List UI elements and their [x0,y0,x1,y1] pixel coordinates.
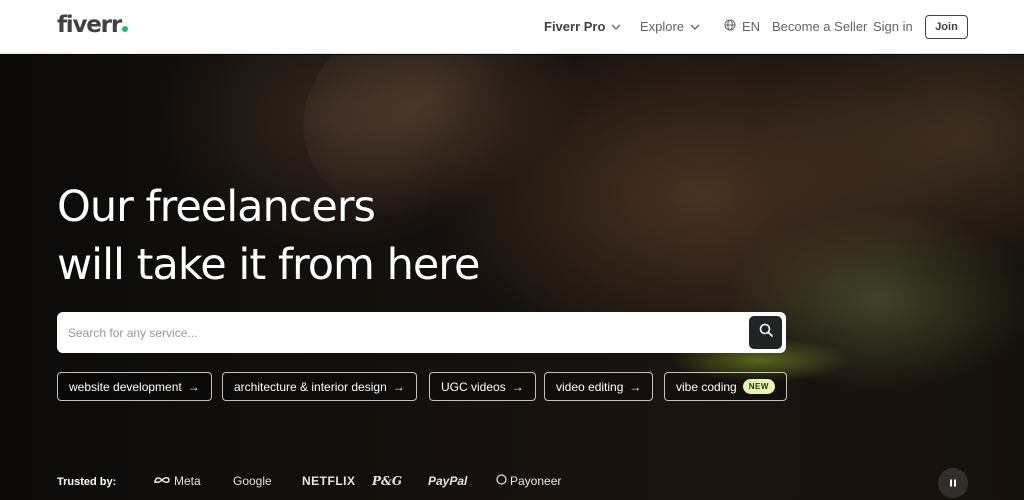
chip-vibe-coding[interactable]: vibe coding NEW [664,372,787,401]
brand-name: Meta [174,474,201,488]
join-button[interactable]: Join [925,15,968,39]
hero-title-line-2: will take it from here [57,240,480,290]
payoneer-circle-icon [496,474,507,488]
nav-explore-label: Explore [640,19,685,34]
nav-sign-in-label: Sign in [873,19,913,34]
join-button-label: Join [935,21,958,33]
nav-language-label: EN [742,19,761,34]
top-navigation-bar: fiverr Fiverr Pro Explore EN Become a Se… [0,0,1024,54]
arrow-right-icon: → [629,379,642,394]
chevron-down-icon [690,24,700,30]
meta-infinity-icon [153,474,171,488]
nav-language[interactable]: EN [724,19,760,34]
search-bar [57,312,786,353]
search-input[interactable] [57,312,747,353]
logo-text: fiverr [57,12,122,38]
brand-paypal-logo: PayPal [428,474,467,488]
brand-google-logo: Google [233,474,272,488]
search-icon [759,323,773,342]
nav-fiverr-pro[interactable]: Fiverr Pro [544,19,621,34]
chip-video-editing[interactable]: video editing → [544,372,654,401]
chip-ugc-videos[interactable]: UGC videos → [429,372,536,401]
trusted-by-label: Trusted by: [57,476,117,488]
nav-sign-in[interactable]: Sign in [873,19,913,34]
fiverr-logo[interactable]: fiverr [57,12,128,38]
brand-name: PayPal [428,474,468,488]
chevron-down-icon [611,24,621,30]
brand-payoneer-logo: Payoneer [496,474,561,488]
logo-dot [121,26,128,32]
arrow-right-icon: → [392,379,405,394]
nav-fiverr-pro-label: Fiverr Pro [544,19,606,34]
chip-website-development[interactable]: website development → [57,372,212,401]
nav-become-seller-label: Become a Seller [772,19,868,34]
chip-architecture-interior-design[interactable]: architecture & interior design → [222,372,417,401]
pause-icon [949,474,957,492]
chip-label: architecture & interior design [234,379,387,394]
brand-name: Google [233,474,272,488]
search-button[interactable] [749,316,782,349]
pause-video-button[interactable] [938,468,968,498]
arrow-right-icon: → [511,379,524,394]
chip-label: UGC videos [441,379,506,394]
new-badge: NEW [742,379,775,394]
chip-label: video editing [556,379,624,394]
brand-name: NETFLIX [302,474,356,488]
hero-title-line-1: Our freelancers [57,182,376,232]
arrow-right-icon: → [187,379,200,394]
brand-name: P&G [372,474,403,488]
brand-pg-logo: P&G [372,474,402,488]
nav-explore[interactable]: Explore [640,19,700,34]
brand-netflix-logo: NETFLIX [302,474,356,488]
brand-name: Payoneer [510,474,562,488]
globe-icon [724,19,736,34]
nav-become-seller[interactable]: Become a Seller [772,19,867,34]
chip-label: website development [69,379,182,394]
chip-label: vibe coding [676,379,737,394]
brand-meta-logo: Meta [153,474,201,488]
hero-title: Our freelancers will take it from here [57,178,480,294]
